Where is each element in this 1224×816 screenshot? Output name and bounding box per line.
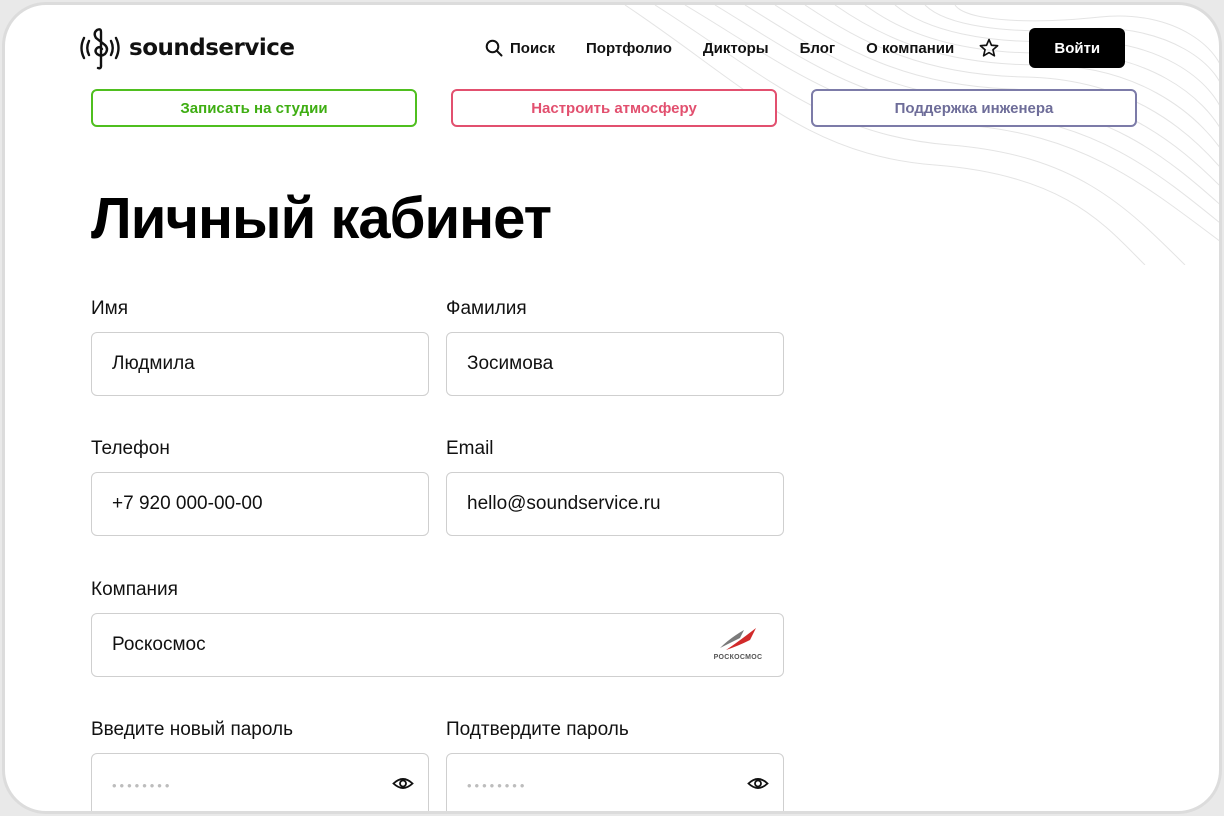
new-password-value: •••••••• bbox=[112, 777, 173, 793]
email-field[interactable]: hello@soundservice.ru bbox=[446, 472, 784, 536]
nav-portfolio[interactable]: Портфолио bbox=[586, 40, 672, 57]
quick-actions: Записать на студии Настроить атмосферу П… bbox=[91, 89, 1137, 127]
set-atmosphere-button[interactable]: Настроить атмосферу bbox=[451, 89, 777, 127]
last-name-field[interactable]: Зосимова bbox=[446, 332, 784, 396]
company-value: Роскосмос bbox=[112, 634, 206, 655]
roscosmos-emblem-icon bbox=[720, 628, 756, 650]
first-name-field[interactable]: Людмила bbox=[91, 332, 429, 396]
eye-icon bbox=[392, 778, 414, 789]
phone-field[interactable]: +7 920 000-00-00 bbox=[91, 472, 429, 536]
search-icon bbox=[485, 39, 503, 57]
confirm-password-field[interactable]: •••••••• bbox=[446, 753, 784, 811]
eye-icon bbox=[747, 778, 769, 789]
first-name-value: Людмила bbox=[112, 353, 195, 374]
phone-label: Телефон bbox=[91, 438, 170, 459]
login-button[interactable]: Войти bbox=[1029, 28, 1126, 68]
star-icon bbox=[979, 38, 999, 57]
email-value: hello@soundservice.ru bbox=[467, 493, 661, 514]
nav-blog[interactable]: Блог bbox=[800, 40, 836, 57]
phone-value: +7 920 000-00-00 bbox=[112, 493, 263, 514]
treble-clef-sound-icon bbox=[80, 28, 120, 70]
brand-name: soundservice bbox=[129, 35, 295, 61]
confirm-password-label: Подтвердите пароль bbox=[446, 719, 629, 740]
new-password-label: Введите новый пароль bbox=[91, 719, 293, 740]
last-name-value: Зосимова bbox=[467, 353, 554, 374]
favorites-button[interactable] bbox=[978, 37, 1000, 59]
nav-search[interactable]: Поиск bbox=[485, 39, 555, 57]
email-label: Email bbox=[446, 438, 494, 459]
record-studio-button[interactable]: Записать на студии bbox=[91, 89, 417, 127]
show-confirm-password-button[interactable] bbox=[747, 776, 769, 795]
app-window: soundservice Поиск Портфолио Дикторы Бло… bbox=[2, 2, 1222, 814]
company-label: Компания bbox=[91, 579, 178, 600]
roscosmos-logo: РОСКОСМОС bbox=[705, 626, 771, 668]
brand-logo[interactable]: soundservice bbox=[77, 26, 295, 70]
confirm-password-value: •••••••• bbox=[467, 777, 528, 793]
page-title: Личный кабинет bbox=[91, 186, 552, 251]
nav-speakers[interactable]: Дикторы bbox=[703, 40, 769, 57]
main-nav: Поиск Портфолио Дикторы Блог О компании … bbox=[485, 26, 1126, 70]
new-password-field[interactable]: •••••••• bbox=[91, 753, 429, 811]
show-new-password-button[interactable] bbox=[392, 776, 414, 795]
nav-search-label: Поиск bbox=[510, 39, 556, 57]
engineer-support-button[interactable]: Поддержка инженера bbox=[811, 89, 1137, 127]
nav-about[interactable]: О компании bbox=[866, 40, 954, 57]
first-name-label: Имя bbox=[91, 298, 129, 319]
last-name-label: Фамилия bbox=[446, 298, 527, 319]
company-field[interactable]: Роскосмос РОСКОСМОС bbox=[91, 613, 784, 677]
